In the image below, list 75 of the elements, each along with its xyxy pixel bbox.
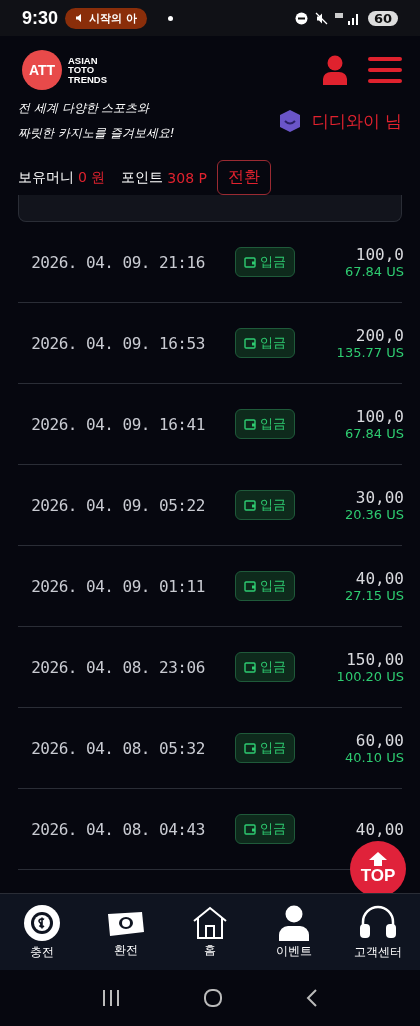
usd-amount: 40.10 US <box>344 750 404 765</box>
usd-amount: 20.36 US <box>344 507 404 522</box>
amount-cell: 40,00 <box>355 819 404 839</box>
usd-amount: 135.77 US <box>336 345 404 360</box>
home-icon <box>192 905 228 940</box>
point-label: 포인트 <box>121 168 164 187</box>
logo-text: TRENDS <box>68 74 108 85</box>
usd-amount: 27.15 US <box>344 588 404 603</box>
amount-cell: 100,0 <box>355 407 404 426</box>
money-label: 보유머니 <box>18 168 74 187</box>
usd-amount: 100.20 US <box>336 669 404 684</box>
amount-cell: 40,00 <box>355 569 404 588</box>
money-value: 0 원 <box>78 168 106 187</box>
scroll-top-button[interactable]: TOP <box>350 841 406 893</box>
deposit-tag: 입금 <box>235 652 295 682</box>
amount-cell: 150,00 <box>346 650 404 669</box>
date-cell-text: 2026. 04. 08. 05:32 <box>30 738 206 758</box>
nav-item[interactable]: 충전 <box>7 903 77 961</box>
status-time: 9:30 <box>22 7 59 29</box>
wallet-icon <box>244 256 256 268</box>
logo-text: TOTO <box>68 65 96 75</box>
tagline: 짜릿한 카지노를 즐겨보세요! <box>18 125 175 142</box>
wallet-icon <box>244 418 256 430</box>
deposit-tag: 입금 <box>235 571 295 601</box>
amount-cell: 100,0 <box>355 245 404 264</box>
nav-item[interactable]: 고객센터 <box>343 903 413 961</box>
menu-icon[interactable] <box>368 57 402 83</box>
amount-cell: 30,00 <box>355 488 404 507</box>
date-cell-text: 2026. 04. 09. 16:53 <box>30 333 206 353</box>
convert-button[interactable]: 전환 <box>217 160 271 195</box>
wallet-icon <box>244 337 256 349</box>
dnd-icon <box>294 11 308 25</box>
deposit-tag: 입금 <box>235 733 295 763</box>
amount-cell: 200,0 <box>355 326 404 345</box>
date-cell-text: 2026. 04. 09. 16:41 <box>30 414 206 434</box>
usd-amount: 67.84 US <box>344 264 404 279</box>
rank-badge-icon <box>277 109 302 133</box>
wallet-icon <box>244 661 256 673</box>
home-button-icon[interactable] <box>203 988 223 1008</box>
amount-cell: 60,00 <box>355 731 404 750</box>
deposit-tag: 입금 <box>235 490 295 520</box>
usd-amount: 67.84 US <box>344 426 404 441</box>
user-icon[interactable] <box>322 55 348 85</box>
date-cell-text: 2026. 04. 08. 04:43 <box>30 819 206 839</box>
deposit-tag: 입금 <box>235 247 295 277</box>
signal-icon <box>334 11 361 25</box>
username: 디디와이 님 <box>311 109 402 133</box>
wallet-icon <box>244 823 256 835</box>
wallet-icon <box>244 742 256 754</box>
tagline: 전 세계 다양한 스포츠와 <box>18 100 151 117</box>
deposit-tag: 입금 <box>235 409 295 439</box>
point-value: 308 P <box>167 169 207 186</box>
battery-indicator: 60 <box>367 10 398 26</box>
nav-item[interactable]: 홈 <box>175 905 245 959</box>
casino-chip-icon <box>23 903 61 942</box>
mute-icon <box>314 11 328 25</box>
media-title: 시작의 아 <box>89 10 137 26</box>
date-cell-text: 2026. 04. 09. 21:16 <box>30 252 206 272</box>
up-arrow-icon <box>369 852 387 866</box>
logo-mark[interactable]: ATT <box>22 50 62 90</box>
media-pill[interactable]: 시작의 아 <box>65 7 147 29</box>
recents-icon[interactable] <box>101 989 121 1007</box>
deposit-tag: 입금 <box>235 328 295 358</box>
date-cell-text: 2026. 04. 08. 23:06 <box>30 657 206 677</box>
nav-item[interactable]: 환전 <box>91 905 161 959</box>
date-cell-text: 2026. 04. 09. 05:22 <box>30 495 206 515</box>
logo-text: ASIAN <box>68 55 99 66</box>
back-icon[interactable] <box>305 988 319 1008</box>
date-cell-text: 2026. 04. 09. 01:11 <box>30 576 206 596</box>
nav-item[interactable]: 이벤트 <box>259 904 329 960</box>
deposit-tag: 입금 <box>235 814 295 844</box>
notification-dot-icon <box>167 15 173 21</box>
wallet-icon <box>244 580 256 592</box>
person-icon <box>277 904 311 941</box>
wallet-icon <box>244 499 256 511</box>
